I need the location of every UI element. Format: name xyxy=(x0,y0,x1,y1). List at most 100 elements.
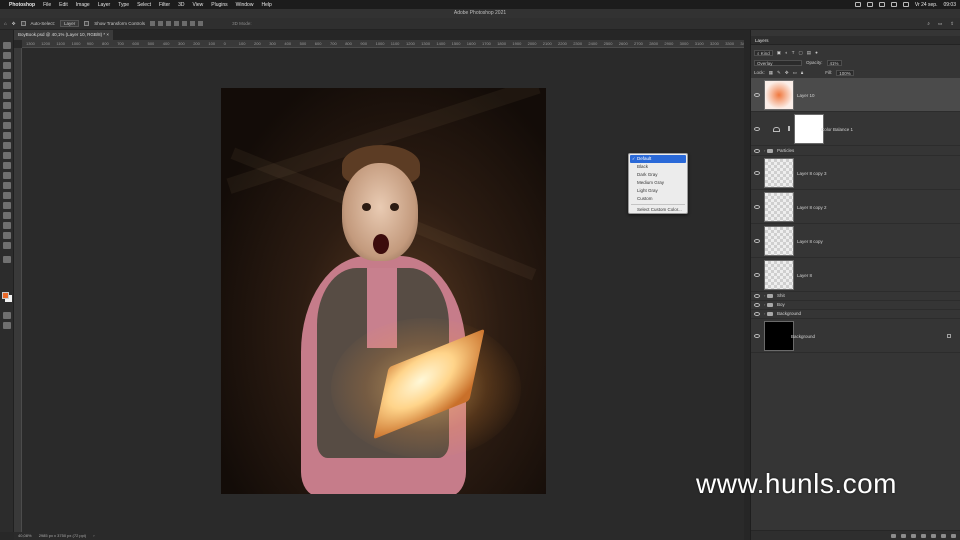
quick-select-tool-icon[interactable] xyxy=(3,72,11,79)
layer-row-color-balance-1[interactable]: Color Balance 1 xyxy=(751,112,960,146)
filter-toggle-icon[interactable]: ● xyxy=(815,50,818,55)
close-tab-icon[interactable]: × xyxy=(106,32,109,37)
blur-tool-icon[interactable] xyxy=(3,172,11,179)
menu-plugins[interactable]: Plugins xyxy=(211,2,227,8)
auto-select-dropdown[interactable]: Layer xyxy=(60,20,80,27)
filter-type-icon[interactable]: T xyxy=(792,50,795,55)
lock-pixels-icon[interactable]: ▦ xyxy=(769,70,773,76)
menu-window[interactable]: Window xyxy=(236,2,254,8)
align-middle-icon[interactable] xyxy=(182,21,188,26)
layer-row-particles[interactable]: › Particles xyxy=(751,146,960,156)
menu-select[interactable]: Select xyxy=(137,2,151,8)
layer-row-layer-10[interactable]: Layer 10 xyxy=(751,78,960,112)
workspace-icon[interactable]: ▭ xyxy=(938,21,942,27)
new-layer-icon[interactable] xyxy=(941,534,946,538)
move-tool-icon[interactable] xyxy=(3,42,11,49)
visibility-eye-icon[interactable] xyxy=(754,312,760,316)
align-bottom-icon[interactable] xyxy=(190,21,196,26)
status-icon[interactable] xyxy=(866,2,873,7)
gradient-tool-icon[interactable] xyxy=(3,162,11,169)
layer-name[interactable]: Particles xyxy=(777,148,794,153)
eyedropper-tool-icon[interactable] xyxy=(3,102,11,109)
marquee-tool-icon[interactable] xyxy=(3,52,11,59)
menu-item-medium-gray[interactable]: Medium Gray xyxy=(629,179,687,187)
visibility-eye-icon[interactable] xyxy=(754,294,760,298)
visibility-eye-icon[interactable] xyxy=(754,239,760,243)
clock-date[interactable]: Vr 24 sep. xyxy=(915,2,938,8)
lock-all-icon[interactable]: 🔒︎ xyxy=(801,70,803,75)
visibility-eye-icon[interactable] xyxy=(754,127,760,131)
group-expand-icon[interactable]: › xyxy=(764,311,765,316)
menu-file[interactable]: File xyxy=(43,2,51,8)
layer-row-layer-8-copy-2[interactable]: Layer 8 copy 2 xyxy=(751,190,960,224)
add-mask-icon[interactable] xyxy=(911,534,916,538)
layer-row-layer-8-copy-3[interactable]: Layer 8 copy 3 xyxy=(751,156,960,190)
foreground-color-swatch[interactable] xyxy=(2,292,9,299)
group-expand-icon[interactable]: › xyxy=(764,148,765,153)
status-icon[interactable] xyxy=(878,2,885,7)
align-left-icon[interactable] xyxy=(150,21,156,26)
layer-row-background-group[interactable]: › Background xyxy=(751,310,960,319)
filter-adjustment-icon[interactable]: ◐ xyxy=(785,50,788,55)
filter-pixel-icon[interactable]: ▣ xyxy=(777,50,781,56)
mask-link-icon[interactable] xyxy=(788,126,790,131)
move-tool-icon[interactable]: ✥ xyxy=(12,21,16,27)
layer-name[interactable]: Background xyxy=(791,334,815,339)
battery-icon[interactable] xyxy=(902,2,909,7)
layer-name[interactable]: Layer 8 copy 2 xyxy=(797,205,827,210)
lasso-tool-icon[interactable] xyxy=(3,62,11,69)
status-arrow-icon[interactable]: › xyxy=(93,533,94,538)
history-brush-tool-icon[interactable] xyxy=(3,142,11,149)
group-expand-icon[interactable]: › xyxy=(764,293,765,298)
layer-row-boy[interactable]: › Boy xyxy=(751,301,960,310)
zoom-level[interactable]: 40,08% xyxy=(18,533,32,538)
layer-name[interactable]: Boy xyxy=(777,302,785,307)
layer-row-layer-8-copy[interactable]: Layer 8 copy xyxy=(751,224,960,258)
visibility-eye-icon[interactable] xyxy=(754,205,760,209)
home-icon[interactable]: ⌂ xyxy=(4,21,7,26)
wifi-icon[interactable] xyxy=(890,2,897,7)
clock-time[interactable]: 09:03 xyxy=(943,2,956,8)
eraser-tool-icon[interactable] xyxy=(3,152,11,159)
type-tool-icon[interactable] xyxy=(3,202,11,209)
crop-tool-icon[interactable] xyxy=(3,82,11,89)
layers-panel-tab[interactable]: Layers xyxy=(751,36,960,45)
filter-shape-icon[interactable]: ▢ xyxy=(799,50,803,56)
filter-kind-dropdown[interactable]: ⌕ Kind xyxy=(754,49,773,56)
menu-3d[interactable]: 3D xyxy=(178,2,184,8)
fill-field[interactable]: 100% xyxy=(836,69,854,76)
align-center-icon[interactable] xyxy=(158,21,164,26)
group-expand-icon[interactable]: › xyxy=(764,302,765,307)
screen-mode-icon[interactable] xyxy=(3,322,11,329)
visibility-eye-icon[interactable] xyxy=(754,149,760,153)
menu-item-default[interactable]: Default xyxy=(630,155,686,163)
vertical-ruler[interactable] xyxy=(14,48,22,532)
menu-app[interactable]: Photoshop xyxy=(9,2,35,8)
align-top-icon[interactable] xyxy=(174,21,180,26)
canvas-area[interactable] xyxy=(22,48,750,532)
visibility-eye-icon[interactable] xyxy=(754,303,760,307)
layer-name[interactable]: Layer 8 copy 3 xyxy=(797,171,827,176)
menu-item-black[interactable]: Black xyxy=(629,163,687,171)
menu-edit[interactable]: Edit xyxy=(59,2,68,8)
status-icon[interactable] xyxy=(854,2,861,7)
menu-type[interactable]: Type xyxy=(118,2,129,8)
layer-name[interactable]: Layer 8 xyxy=(797,273,812,278)
menu-item-light-gray[interactable]: Light Gray xyxy=(629,187,687,195)
menu-view[interactable]: View xyxy=(193,2,204,8)
visibility-eye-icon[interactable] xyxy=(754,273,760,277)
layer-row-background[interactable]: Background xyxy=(751,319,960,353)
menu-item-select-custom-color[interactable]: Select Custom Color... xyxy=(629,206,687,214)
menu-help[interactable]: Help xyxy=(261,2,271,8)
layer-row-layer-8[interactable]: Layer 8 xyxy=(751,258,960,292)
menu-image[interactable]: Image xyxy=(76,2,90,8)
path-select-tool-icon[interactable] xyxy=(3,212,11,219)
stamp-tool-icon[interactable] xyxy=(3,132,11,139)
layer-name[interactable]: Shit xyxy=(777,293,785,298)
search-icon[interactable]: ⌕ xyxy=(927,21,930,27)
visibility-eye-icon[interactable] xyxy=(754,93,760,97)
visibility-eye-icon[interactable] xyxy=(754,334,760,338)
layer-name[interactable]: Layer 8 copy xyxy=(797,239,823,244)
more-tools-icon[interactable] xyxy=(3,256,11,263)
delete-layer-icon[interactable] xyxy=(951,534,956,538)
